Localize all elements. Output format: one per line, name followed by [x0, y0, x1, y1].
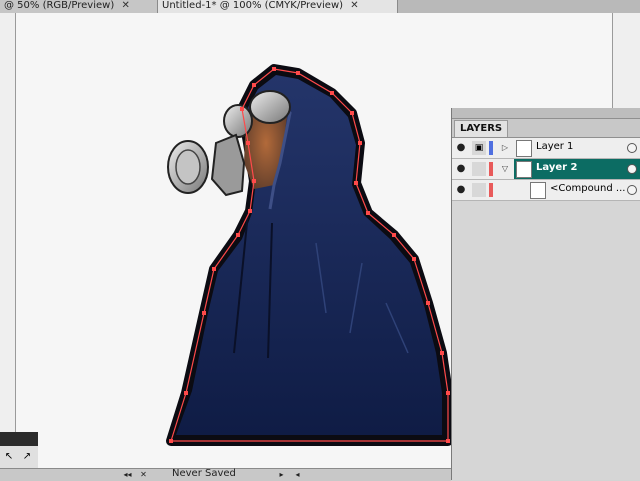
layer-name-area[interactable]: <Compound ... — [528, 180, 640, 200]
layer-row-layer-1[interactable]: ● ▣ ▷ Layer 1 — [452, 138, 640, 159]
lock-toggle[interactable] — [472, 183, 486, 197]
expand-triangle-icon[interactable]: ▽ — [500, 163, 510, 175]
layer-thumbnail — [516, 140, 532, 157]
lock-toggle[interactable] — [472, 162, 486, 176]
collapse-icon[interactable]: ◂◂ — [122, 469, 133, 480]
hoodie-body — [176, 75, 442, 435]
eye-icon[interactable]: ● — [454, 162, 468, 176]
status-menu-arrow-icon[interactable]: ▸ — [276, 469, 287, 480]
layer-name-area[interactable]: Layer 1 — [514, 138, 640, 158]
tab-label: @ 50% (RGB/Preview) — [4, 0, 115, 11]
layer-name: Layer 2 — [536, 162, 578, 173]
target-circle-icon[interactable] — [627, 143, 637, 153]
layer-color-swatch — [489, 183, 493, 197]
eye-icon[interactable]: ● — [454, 141, 468, 155]
eye-icon[interactable]: ● — [454, 183, 468, 197]
scroll-left-icon[interactable]: ◂ — [292, 469, 303, 480]
save-status-text: Never Saved — [172, 468, 236, 479]
target-circle-icon[interactable] — [627, 164, 637, 174]
layer-thumbnail — [516, 161, 532, 178]
lock-icon[interactable]: ▣ — [472, 141, 486, 155]
mask-filter-inner — [175, 149, 201, 185]
close-icon[interactable]: ✕ — [350, 0, 358, 11]
layer-row-layer-2[interactable]: ● ▽ Layer 2 — [452, 159, 640, 180]
close-icon[interactable]: ✕ — [121, 0, 129, 11]
layer-row-compound[interactable]: ● <Compound ... — [452, 180, 640, 201]
canvas-edge — [612, 13, 640, 108]
panel-header-strip[interactable] — [452, 108, 640, 119]
mask-body — [210, 133, 246, 197]
layer-name: <Compound ... — [550, 183, 626, 194]
layer-color-swatch — [489, 141, 493, 155]
goggle-lens — [223, 104, 253, 138]
panel-tab-bar: LAYERS — [452, 119, 640, 138]
tab-layers[interactable]: LAYERS — [454, 120, 509, 137]
selection-tool-icon[interactable]: ↖ — [2, 450, 16, 464]
layer-name: Layer 1 — [536, 141, 574, 152]
layer-color-swatch — [489, 162, 493, 176]
layer-thumbnail — [530, 182, 546, 199]
tab-label: Untitled-1* @ 100% (CMYK/Preview) — [162, 0, 344, 11]
tab-document-2[interactable]: Untitled-1* @ 100% (CMYK/Preview) ✕ — [158, 0, 398, 13]
tools-panel-fragment: ↖ ↗ — [0, 432, 38, 468]
direct-selection-tool-icon[interactable]: ↗ — [20, 450, 34, 464]
close-icon[interactable]: ✕ — [138, 469, 149, 480]
tab-document-1[interactable]: @ 50% (RGB/Preview) ✕ — [0, 0, 158, 13]
tools-panel-body: ↖ ↗ — [0, 446, 38, 468]
vertical-ruler — [0, 13, 16, 433]
document-tab-bar: @ 50% (RGB/Preview) ✕ Untitled-1* @ 100%… — [0, 0, 640, 14]
expand-triangle-icon[interactable]: ▷ — [500, 142, 510, 154]
layers-panel: LAYERS ● ▣ ▷ Layer 1 ● ▽ Layer 2 ● <Comp… — [451, 108, 640, 480]
status-bar: ◂◂ ✕ Never Saved ▸ ◂ — [0, 468, 451, 481]
target-circle-icon[interactable] — [627, 185, 637, 195]
layer-name-area[interactable]: Layer 2 — [514, 159, 640, 179]
goggle-lens — [249, 90, 291, 124]
